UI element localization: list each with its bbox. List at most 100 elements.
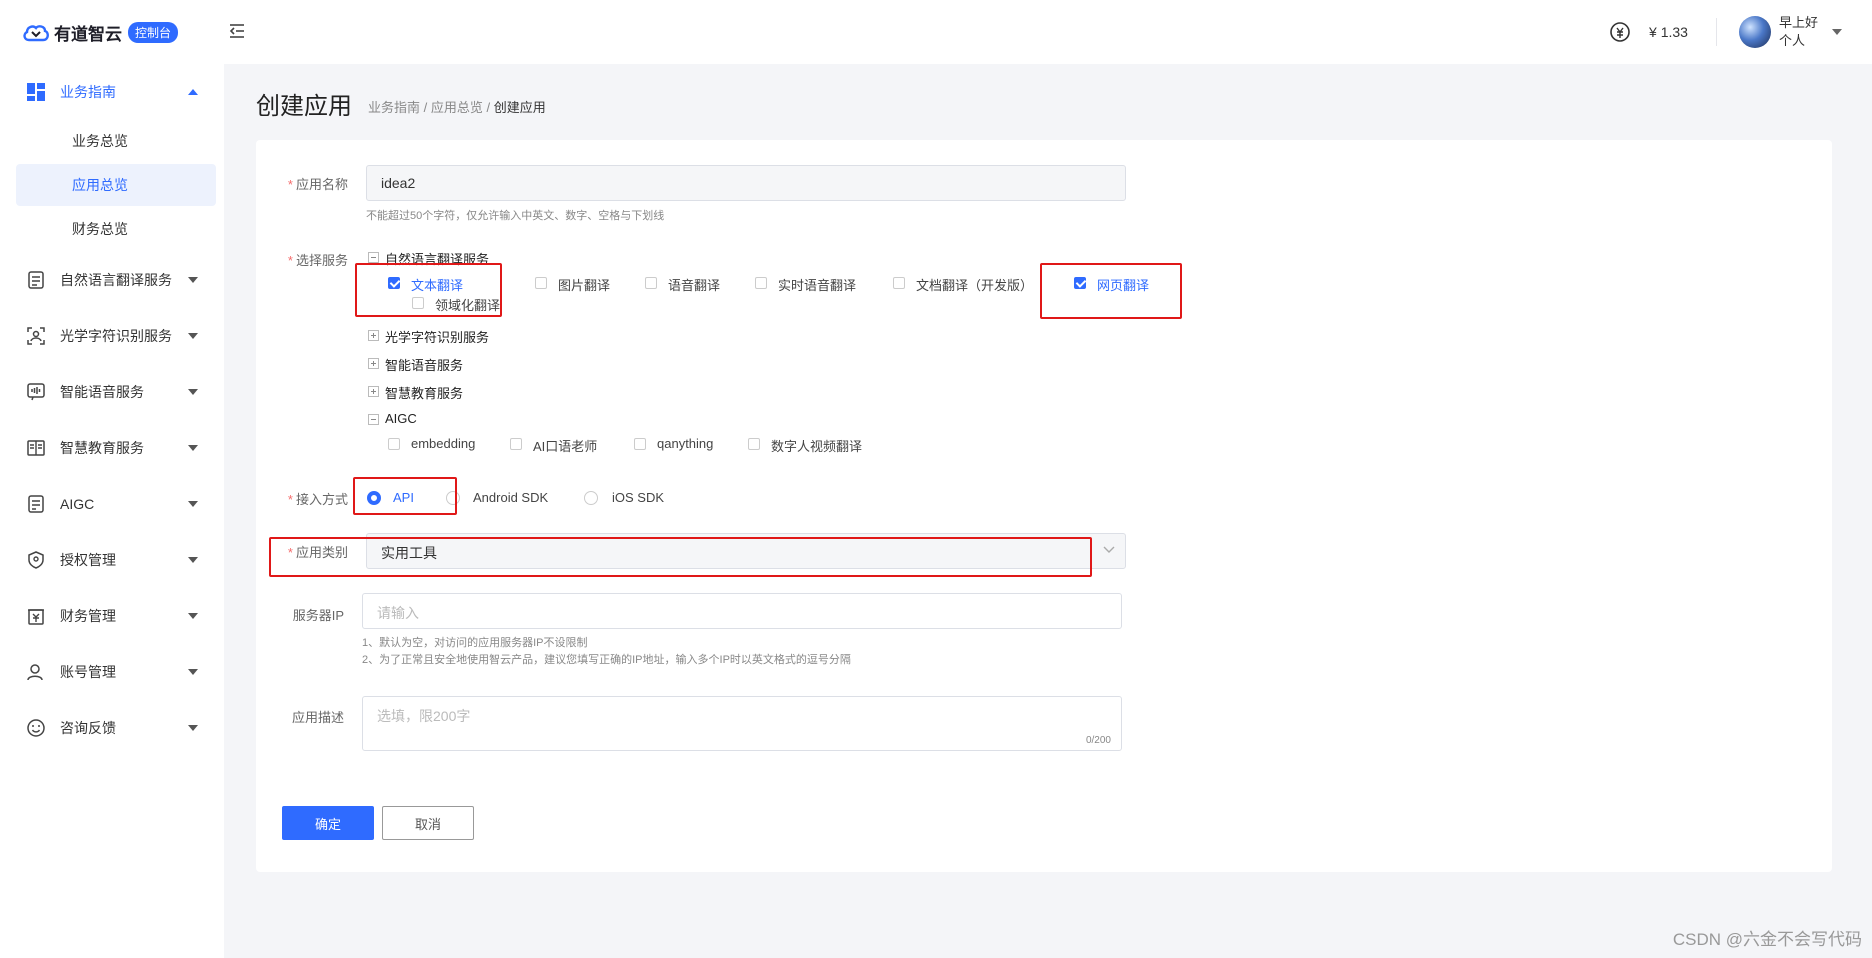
sidebar-item-voice[interactable]: 智能语音服务	[16, 370, 216, 414]
option-android-sdk[interactable]: Android SDK	[473, 490, 548, 505]
expand-education-icon[interactable]	[368, 386, 379, 397]
checkbox-image-translation[interactable]	[535, 277, 547, 289]
server-ip-hint-1: 1、默认为空，对访问的应用服务器IP不设限制	[362, 637, 588, 649]
chevron-down-icon	[188, 445, 198, 451]
services-label: * 选择服务	[287, 253, 348, 268]
sidebar-subitem-app-overview[interactable]: 应用总览	[16, 164, 216, 206]
option-ai-speaking-teacher[interactable]: AI口语老师	[533, 436, 597, 455]
user-menu-chevron-icon[interactable]	[1832, 29, 1842, 35]
sidebar-item-label: 智慧教育服务	[60, 440, 144, 456]
sidebar-item-label: 业务总览	[72, 133, 128, 149]
checkbox-web-translation[interactable]	[1074, 277, 1086, 289]
checkbox-ai-speaking-teacher[interactable]	[510, 438, 522, 450]
category-select[interactable]: 实用工具	[366, 533, 1126, 569]
console-badge: 控制台	[128, 22, 179, 43]
sidebar-item-ocr[interactable]: 光学字符识别服务	[16, 314, 216, 358]
checkbox-embedding[interactable]	[388, 438, 400, 450]
option-embedding[interactable]: embedding	[411, 436, 475, 451]
checkbox-voice-translation[interactable]	[645, 277, 657, 289]
option-realtime-voice-translation[interactable]: 实时语音翻译	[778, 275, 856, 294]
checkbox-realtime-voice-translation[interactable]	[755, 277, 767, 289]
server-ip-input[interactable]: 请输入	[362, 593, 1122, 629]
description-label: 应用描述	[291, 710, 344, 725]
group-education: 智慧教育服务	[385, 386, 464, 401]
description-textarea[interactable]: 选填，限200字 0/200	[362, 696, 1122, 751]
cloud-logo-icon	[23, 24, 49, 41]
sidebar-item-nlp[interactable]: 自然语言翻译服务	[16, 258, 216, 302]
checkbox-domain-translation[interactable]	[412, 297, 424, 309]
server-ip-hint-2: 2、为了正常且安全地使用智云产品，建议您填写正确的IP地址，输入多个IP时以英文…	[362, 654, 851, 666]
sidebar-item-auth[interactable]: 授权管理	[16, 538, 216, 582]
balance-amount: ¥ 1.33	[1649, 24, 1688, 40]
server-ip-placeholder: 请输入	[377, 605, 419, 621]
cancel-button[interactable]: 取消	[382, 806, 474, 840]
option-voice-translation[interactable]: 语音翻译	[668, 275, 720, 294]
sidebar-item-feedback[interactable]: 咨询反馈	[16, 706, 216, 750]
checkbox-digital-human-video[interactable]	[748, 438, 760, 450]
sidebar-item-finance[interactable]: 财务管理	[16, 594, 216, 638]
checkbox-text-translation[interactable]	[388, 277, 400, 289]
education-icon	[27, 440, 45, 456]
chevron-down-icon	[188, 613, 198, 619]
group-voice: 智能语音服务	[385, 358, 464, 373]
aigc-icon	[28, 495, 44, 513]
option-domain-translation[interactable]: 领域化翻译	[435, 295, 500, 314]
page-title: 创建应用	[256, 93, 352, 120]
chevron-down-icon	[188, 501, 198, 507]
sidebar-subitem-finance-overview[interactable]: 财务总览	[16, 208, 216, 250]
option-doc-translation[interactable]: 文档翻译（开发版）	[916, 275, 1033, 294]
option-qanything[interactable]: qanything	[657, 436, 713, 451]
app-name-input[interactable]: idea2	[366, 165, 1126, 201]
breadcrumb-separator: /	[420, 100, 431, 115]
create-app-form: * 应用名称 idea2 不能超过50个字符，仅允许输入中英文、数字、空格与下划线…	[256, 140, 1832, 872]
radio-android-sdk[interactable]	[446, 491, 460, 505]
description-placeholder: 选填，限200字	[377, 708, 471, 724]
option-image-translation[interactable]: 图片翻译	[558, 275, 610, 294]
account-icon	[27, 664, 43, 681]
expand-ocr-icon[interactable]	[368, 330, 379, 341]
radio-ios-sdk[interactable]	[584, 491, 598, 505]
feedback-icon	[27, 719, 45, 737]
wallet-icon[interactable]	[1609, 21, 1631, 43]
sidebar-item-label: 账号管理	[60, 664, 116, 680]
app-name-label: * 应用名称	[287, 177, 348, 192]
checkbox-qanything[interactable]	[634, 438, 646, 450]
sidebar-item-account[interactable]: 账号管理	[16, 650, 216, 694]
sidebar-item-label: 自然语言翻译服务	[60, 272, 172, 288]
user-info[interactable]: 早上好 个人	[1779, 14, 1818, 50]
chevron-down-icon	[1103, 546, 1115, 553]
collapse-aigc-icon[interactable]	[368, 414, 379, 425]
collapse-menu-icon[interactable]	[228, 22, 246, 40]
account-type: 个人	[1778, 33, 1805, 48]
sidebar-item-label: 智能语音服务	[60, 384, 144, 400]
dashboard-icon	[27, 83, 45, 101]
sidebar-item-label: 业务指南	[60, 84, 116, 100]
sidebar-item-guide[interactable]: 业务指南	[16, 70, 216, 114]
chevron-down-icon	[188, 277, 198, 283]
category-label: * 应用类别	[287, 545, 348, 560]
option-web-translation[interactable]: 网页翻译	[1097, 275, 1149, 294]
confirm-button[interactable]: 确定	[282, 806, 374, 840]
option-digital-human-video[interactable]: 数字人视频翻译	[771, 436, 862, 455]
auth-icon	[28, 551, 44, 569]
option-ios-sdk[interactable]: iOS SDK	[612, 490, 664, 505]
access-label: * 接入方式	[287, 492, 348, 507]
checkbox-doc-translation[interactable]	[893, 277, 905, 289]
sidebar-subitem-business-overview[interactable]: 业务总览	[16, 120, 216, 162]
avatar[interactable]	[1738, 16, 1771, 48]
radio-api[interactable]	[367, 491, 381, 505]
group-ocr: 光学字符识别服务	[385, 330, 490, 345]
chevron-down-icon	[188, 389, 198, 395]
sidebar-item-label: 咨询反馈	[60, 720, 116, 736]
breadcrumb-link-app-overview[interactable]: 应用总览	[431, 100, 483, 115]
header-divider	[1715, 18, 1717, 46]
sidebar-item-aigc[interactable]: AIGC	[16, 482, 216, 526]
logo[interactable]: 有道智云 控制台	[22, 20, 179, 45]
option-api[interactable]: API	[393, 490, 414, 505]
watermark: CSDN @六金不会写代码	[1672, 930, 1862, 949]
collapse-nlp-icon[interactable]	[368, 252, 379, 263]
expand-voice-icon[interactable]	[368, 358, 379, 369]
breadcrumb-link-guide[interactable]: 业务指南	[368, 100, 420, 115]
sidebar-item-education[interactable]: 智慧教育服务	[16, 426, 216, 470]
option-text-translation[interactable]: 文本翻译	[411, 275, 463, 294]
